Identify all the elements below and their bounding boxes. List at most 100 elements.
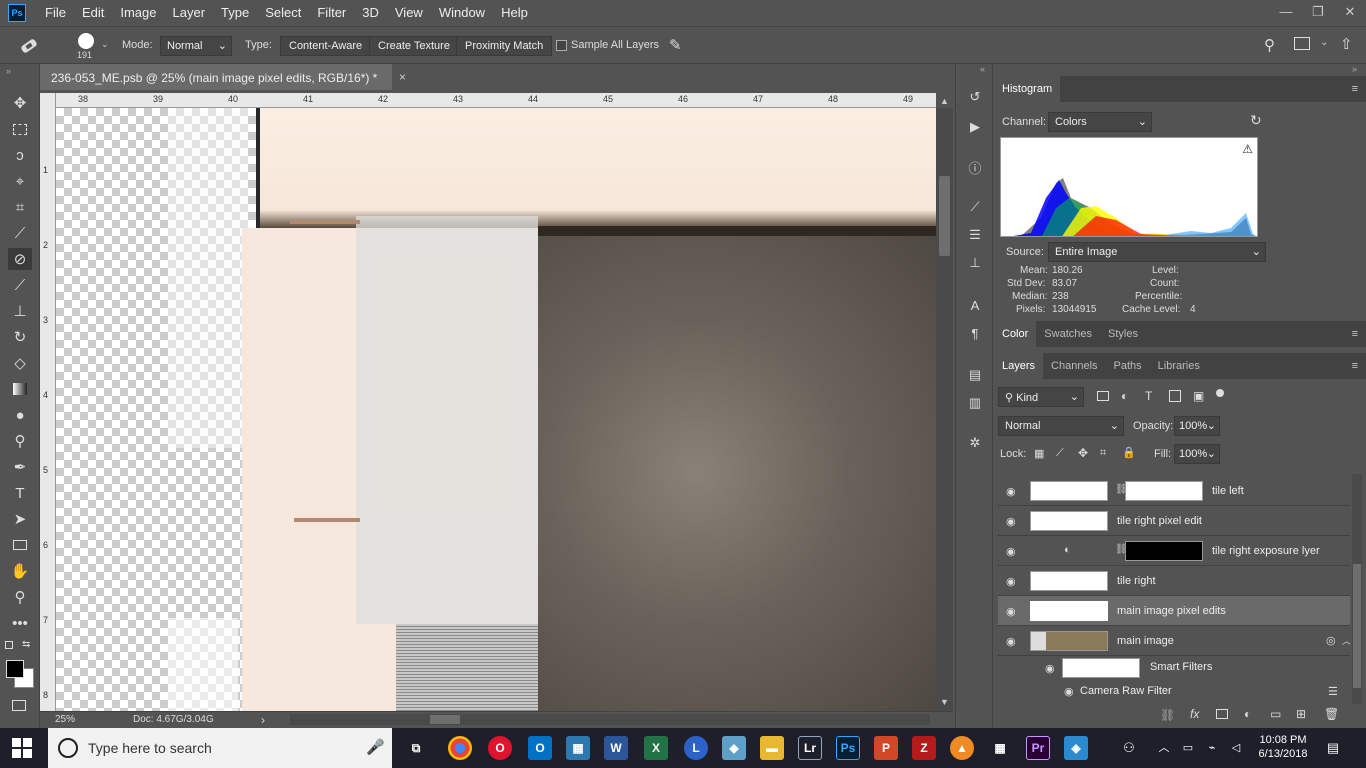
clone-source-icon[interactable]: ⊥: [964, 252, 986, 274]
blur-tool-icon[interactable]: ●: [8, 404, 32, 426]
opacity-field[interactable]: 100% ⌄: [1174, 416, 1220, 436]
scroll-up-icon[interactable]: ▲: [940, 96, 949, 106]
rectangle-tool-icon[interactable]: [8, 534, 32, 556]
photoshop-taskbar-icon[interactable]: Ps: [836, 736, 860, 760]
eraser-tool-icon[interactable]: ◇: [8, 352, 32, 374]
tab-libraries[interactable]: Libraries: [1150, 353, 1208, 379]
filter-shape-icon[interactable]: [1169, 390, 1181, 402]
notes-icon[interactable]: ▥: [964, 392, 986, 414]
eye-icon[interactable]: ◉: [1006, 545, 1020, 558]
clock[interactable]: 10:08 PM 6/13/2018: [1250, 728, 1316, 768]
horizontal-scrollbar[interactable]: [290, 714, 930, 725]
menu-filter[interactable]: Filter: [309, 0, 354, 26]
pressure-icon[interactable]: ✎: [669, 36, 682, 54]
menu-type[interactable]: Type: [213, 0, 257, 26]
lasso-tool-icon[interactable]: ↄ: [8, 144, 32, 166]
vlc-icon[interactable]: ▲: [950, 736, 974, 760]
layer-row[interactable]: ◉ ⛓ tile left: [998, 476, 1350, 506]
notifications-icon[interactable]: ▤: [1322, 728, 1344, 768]
default-colors-icon[interactable]: [5, 641, 13, 649]
filezilla-icon[interactable]: Z: [912, 736, 936, 760]
tab-histogram[interactable]: Histogram: [994, 76, 1061, 102]
volume-icon[interactable]: ◁: [1226, 728, 1246, 768]
quick-select-tool-icon[interactable]: ⌖: [8, 170, 32, 192]
menu-file[interactable]: File: [37, 0, 74, 26]
tab-layers[interactable]: Layers: [994, 353, 1044, 379]
excel-icon[interactable]: X: [644, 736, 668, 760]
content-aware-button[interactable]: Content-Aware: [280, 36, 372, 56]
menu-help[interactable]: Help: [493, 0, 536, 26]
more-tools-icon[interactable]: •••: [8, 612, 32, 634]
chevron-down-icon[interactable]: ⌄: [101, 39, 109, 50]
brush-preview-icon[interactable]: [78, 33, 94, 49]
tab-channels[interactable]: Channels: [1043, 353, 1105, 379]
restore-button[interactable]: ❐: [1302, 0, 1334, 26]
close-icon[interactable]: ×: [399, 70, 406, 84]
camera-raw-filter-row[interactable]: ◉ Camera Raw Filter ☰: [998, 680, 1350, 702]
layer-row[interactable]: ◉ ◐ ⛓ tile right exposure lyer: [998, 536, 1350, 566]
type-tool-icon[interactable]: T: [8, 482, 32, 504]
adjustments-icon[interactable]: ☰: [964, 224, 986, 246]
fill-field[interactable]: 100% ⌄: [1174, 444, 1220, 464]
lync-icon[interactable]: L: [684, 736, 708, 760]
lock-position-icon[interactable]: ✥: [1078, 446, 1088, 460]
layer-mask-thumbnail[interactable]: [1125, 481, 1203, 501]
chevron-up-icon[interactable]: ︿: [1342, 634, 1350, 647]
layer-filter-select[interactable]: ⚲ Kind ⌄: [998, 387, 1084, 407]
workspace-icon[interactable]: [1294, 37, 1310, 50]
hand-tool-icon[interactable]: ✋: [8, 560, 32, 582]
layer-row[interactable]: ◉ main image ◎ ︿: [998, 626, 1350, 656]
info-icon[interactable]: ⓘ: [964, 156, 986, 178]
zoom-tool-icon[interactable]: ⚲: [8, 586, 32, 608]
premiere-icon[interactable]: Pr: [1026, 736, 1050, 760]
app-icon[interactable]: ◆: [722, 736, 746, 760]
gradient-tool-icon[interactable]: [8, 378, 32, 400]
mode-select[interactable]: Normal ⌄: [160, 36, 232, 56]
chevron-down-icon[interactable]: ⌄: [1320, 37, 1328, 48]
add-mask-icon[interactable]: [1216, 709, 1228, 719]
task-view-icon[interactable]: ⧉: [404, 736, 428, 760]
new-adjustment-icon[interactable]: ◐: [1244, 707, 1251, 721]
layer-row[interactable]: ◉ main image pixel edits: [998, 596, 1350, 626]
clone-stamp-tool-icon[interactable]: ⊥: [8, 300, 32, 322]
pen-tool-icon[interactable]: ✒: [8, 456, 32, 478]
tab-color[interactable]: Color: [994, 321, 1037, 347]
app-icon[interactable]: ◈: [1064, 736, 1088, 760]
lock-transparent-icon[interactable]: ▦: [1034, 447, 1044, 460]
healing-brush-tool-icon[interactable]: ⊘: [8, 248, 32, 270]
eye-icon[interactable]: ◉: [1006, 605, 1020, 618]
panel-menu-icon[interactable]: ≡: [1352, 360, 1358, 372]
filter-options-icon[interactable]: ☰: [1328, 685, 1338, 698]
eye-icon[interactable]: ◉: [1045, 662, 1055, 675]
chevron-up-icon[interactable]: ︿: [1154, 728, 1174, 768]
horizontal-scroll-thumb[interactable]: [430, 715, 460, 724]
smart-filter-icon[interactable]: ◎: [1326, 634, 1336, 647]
marquee-tool-icon[interactable]: [8, 118, 32, 140]
menu-edit[interactable]: Edit: [74, 0, 112, 26]
vertical-scroll-thumb[interactable]: [939, 176, 950, 256]
share-icon[interactable]: ⇧: [1340, 35, 1353, 53]
menu-view[interactable]: View: [387, 0, 431, 26]
people-icon[interactable]: ⚇: [1118, 728, 1140, 768]
menu-image[interactable]: Image: [112, 0, 164, 26]
swap-colors-icon[interactable]: ⇆: [22, 639, 30, 650]
filter-type-icon[interactable]: T: [1145, 389, 1152, 403]
scroll-down-icon[interactable]: ▼: [940, 697, 949, 707]
menu-layer[interactable]: Layer: [165, 0, 214, 26]
zoom-level[interactable]: 25%: [55, 714, 75, 725]
fx-button[interactable]: fx: [1190, 707, 1199, 721]
healing-brush-icon[interactable]: [18, 36, 42, 56]
tab-swatches[interactable]: Swatches: [1036, 321, 1100, 347]
tab-paths[interactable]: Paths: [1106, 353, 1150, 379]
eye-icon[interactable]: ◉: [1006, 515, 1020, 528]
lock-image-icon[interactable]: ⟋: [1056, 447, 1064, 460]
panel-menu-icon[interactable]: ≡: [1352, 328, 1358, 340]
minimize-button[interactable]: —: [1270, 0, 1302, 26]
menu-window[interactable]: Window: [431, 0, 493, 26]
smart-filter-mask-thumbnail[interactable]: [1062, 658, 1140, 678]
properties-icon[interactable]: ▤: [964, 364, 986, 386]
blend-mode-select[interactable]: Normal ⌄: [998, 416, 1124, 436]
brush-settings-icon[interactable]: ⟋: [964, 196, 986, 218]
layer-row[interactable]: ◉ tile right pixel edit: [998, 506, 1350, 536]
source-select[interactable]: Entire Image ⌄: [1048, 242, 1266, 262]
